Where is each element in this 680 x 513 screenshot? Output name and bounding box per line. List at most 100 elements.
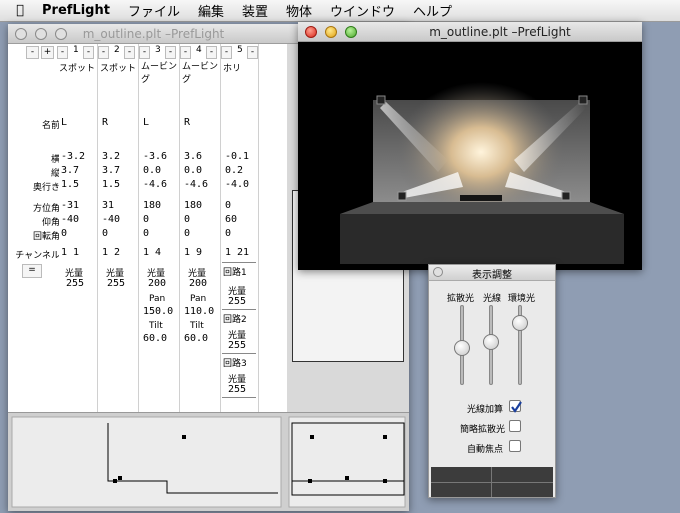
simple-diffuse-checkbox[interactable] — [509, 420, 521, 432]
elevation-field[interactable]: 0 — [141, 213, 177, 226]
name-field[interactable]: L — [141, 116, 177, 129]
column-remove-button[interactable]: - — [139, 46, 150, 59]
menu-app[interactable]: PrefLight — [32, 3, 119, 18]
light-type: ムービング — [182, 62, 219, 85]
name-field[interactable] — [223, 116, 257, 129]
light-type: ホリ — [223, 64, 242, 74]
param-value[interactable]: 200 — [146, 277, 174, 290]
channel-universe-field[interactable]: 1 — [100, 246, 110, 259]
channel-field[interactable]: 21 — [235, 246, 257, 259]
channel-universe-field[interactable]: 1 — [141, 246, 151, 259]
param-value[interactable]: 60.0 — [141, 332, 177, 345]
add-column-button[interactable]: + — [41, 46, 54, 59]
rotation-field[interactable]: 0 — [223, 227, 257, 240]
channel-universe-field[interactable]: 1 — [59, 246, 69, 259]
channel-field[interactable]: 1 — [71, 246, 95, 259]
param-value[interactable]: 255 — [226, 383, 254, 396]
elevation-field[interactable]: -40 — [100, 213, 136, 226]
column-remove-button[interactable]: - — [180, 46, 191, 59]
z-field[interactable]: 1.5 — [100, 178, 136, 191]
menu-help[interactable]: ヘルプ — [404, 1, 461, 20]
remove-column-button[interactable]: - — [26, 46, 39, 59]
y-field[interactable]: 0.2 — [223, 164, 257, 177]
menu-edit[interactable]: 編集 — [189, 1, 233, 20]
light-column-1: - 1 - スポット L -3.2 3.7 1.5 -31 -40 0 1 1 … — [57, 44, 98, 412]
column-menu-button[interactable]: - — [83, 46, 94, 59]
channel-universe-field[interactable]: 1 — [182, 246, 192, 259]
stage-titlebar[interactable]: m_outline.plt –PrefLight — [298, 22, 642, 42]
diffuse-slider-knob[interactable] — [454, 340, 470, 357]
close-icon[interactable] — [305, 26, 317, 38]
menu-file[interactable]: ファイル — [119, 1, 189, 20]
azimuth-field[interactable]: 180 — [141, 199, 177, 212]
display-adjust-panel: 表示調整 拡散光 光線 環境光 光線加算 簡略拡散光 自動焦点 — [428, 264, 556, 498]
azimuth-field[interactable]: 0 — [223, 199, 257, 212]
name-field[interactable]: R — [182, 116, 218, 129]
stage-render-view[interactable] — [298, 42, 642, 270]
name-field[interactable]: R — [100, 116, 136, 129]
rotation-field[interactable]: 0 — [100, 227, 136, 240]
z-field[interactable]: -4.6 — [182, 178, 218, 191]
panel-titlebar[interactable]: 表示調整 — [429, 265, 555, 281]
ambient-slider-knob[interactable] — [512, 314, 528, 331]
x-field[interactable]: -3.2 — [59, 150, 95, 163]
param-value[interactable]: 255 — [105, 277, 131, 290]
channel-universe-field[interactable]: 1 — [223, 246, 233, 259]
param-value[interactable]: 200 — [187, 277, 215, 290]
param-value[interactable]: 60.0 — [182, 332, 218, 345]
column-remove-button[interactable]: - — [57, 46, 68, 59]
z-field[interactable]: -4.0 — [223, 178, 257, 191]
elevation-field[interactable]: 0 — [182, 213, 218, 226]
column-menu-button[interactable]: - — [165, 46, 176, 59]
rotation-field[interactable]: 0 — [59, 227, 95, 240]
column-remove-button[interactable]: - — [98, 46, 109, 59]
x-field[interactable]: -0.1 — [223, 150, 257, 163]
beam-slider-knob[interactable] — [483, 333, 499, 350]
z-field[interactable]: 1.5 — [59, 178, 95, 191]
azimuth-field[interactable]: -31 — [59, 199, 95, 212]
menu-device[interactable]: 装置 — [233, 1, 277, 20]
param-value[interactable]: 255 — [226, 339, 254, 352]
auto-focus-checkbox[interactable] — [509, 440, 521, 452]
x-field[interactable]: 3.6 — [182, 150, 218, 163]
minimize-icon[interactable] — [325, 26, 337, 38]
param-value[interactable]: 255 — [226, 295, 254, 308]
row-label-name: 名前 — [41, 121, 60, 131]
apple-icon[interactable]:  — [8, 3, 32, 18]
y-field[interactable]: 0.0 — [182, 164, 218, 177]
y-field[interactable]: 3.7 — [100, 164, 136, 177]
rotation-field[interactable]: 0 — [141, 227, 177, 240]
row-label-elevation: 仰角 — [41, 218, 60, 228]
azimuth-field[interactable]: 180 — [182, 199, 218, 212]
beam-add-checkbox[interactable] — [509, 400, 522, 413]
elevation-field[interactable]: -40 — [59, 213, 95, 226]
param-value[interactable]: 255 — [64, 277, 90, 290]
y-field[interactable]: 3.7 — [59, 164, 95, 177]
name-field[interactable]: L — [59, 116, 95, 129]
x-field[interactable]: 3.2 — [100, 150, 136, 163]
param-value[interactable]: 110.0 — [182, 305, 218, 318]
z-field[interactable]: -4.6 — [141, 178, 177, 191]
menu-object[interactable]: 物体 — [277, 1, 321, 20]
column-remove-button[interactable]: - — [221, 46, 232, 59]
menu-window[interactable]: ウインドウ — [321, 1, 404, 20]
param-label: Tilt — [149, 321, 163, 331]
azimuth-field[interactable]: 31 — [100, 199, 136, 212]
elevation-field[interactable]: 60 — [223, 213, 257, 226]
param-value[interactable]: 150.0 — [141, 305, 177, 318]
zoom-icon[interactable] — [345, 26, 357, 38]
column-menu-button[interactable]: - — [124, 46, 135, 59]
channel-field[interactable]: 9 — [194, 246, 218, 259]
column-menu-button[interactable]: - — [206, 46, 217, 59]
check-label-beam-add: 光線加算 — [467, 405, 504, 415]
equals-button[interactable]: = — [22, 264, 42, 278]
channel-field[interactable]: 4 — [153, 246, 177, 259]
column-menu-button[interactable]: - — [247, 46, 258, 59]
channel-field[interactable]: 2 — [112, 246, 136, 259]
rotation-field[interactable]: 0 — [182, 227, 218, 240]
circuit-label: 回路2 — [223, 315, 247, 325]
x-field[interactable]: -3.6 — [141, 150, 177, 163]
timeline-graph[interactable] — [8, 413, 409, 511]
y-field[interactable]: 0.0 — [141, 164, 177, 177]
moving-fixture-icon — [397, 191, 407, 201]
